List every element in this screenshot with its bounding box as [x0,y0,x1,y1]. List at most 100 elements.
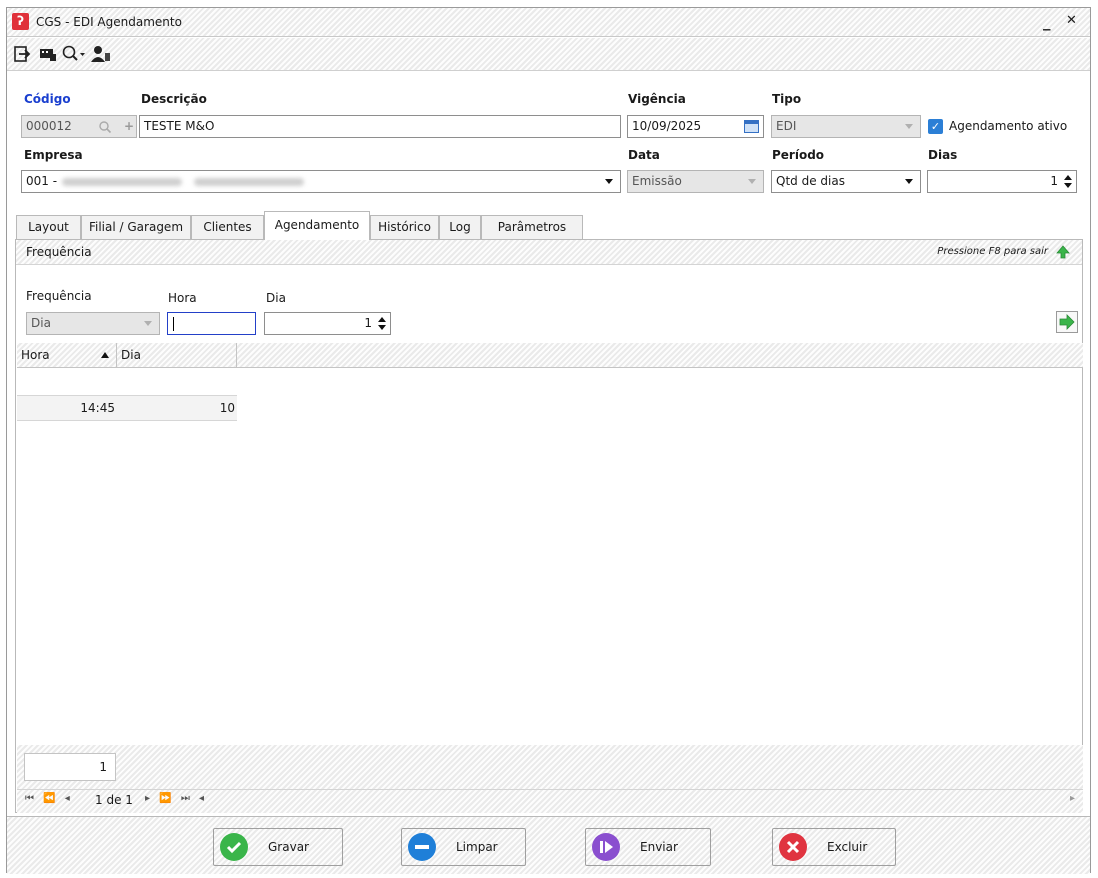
dias-stepper[interactable]: 1 [927,170,1077,193]
dias-spin-icon[interactable] [1064,174,1073,189]
search-dropdown-icon[interactable] [61,44,87,64]
tipo-chevron-down-icon [905,124,913,129]
excluir-label: Excluir [827,840,868,854]
tab-agendamento[interactable]: Agendamento [264,211,370,240]
grid-col-dia-label: Dia [121,348,141,362]
vigencia-value: 10/09/2025 [632,119,702,133]
dia-value: 1 [364,316,372,330]
table-row[interactable]: 14:45 10 [17,395,237,421]
row-count-cell: 1 [24,753,116,781]
codigo-search-icon[interactable] [98,116,112,137]
minimize-button[interactable]: _ [1043,13,1051,31]
tipo-label: Tipo [772,92,802,106]
tab-filial-garagem[interactable]: Filial / Garagem [81,215,191,240]
add-entry-button[interactable] [1056,311,1078,333]
pager-first-prev-icon[interactable]: ⏮ ⏪ ◂ [25,793,73,804]
close-button[interactable]: ✕ [1066,13,1077,28]
grid-col-hora-label: Hora [21,348,50,362]
minus-icon [408,833,436,861]
dias-value: 1 [1050,174,1058,188]
frequencia-select[interactable]: Dia [26,312,160,335]
descricao-field[interactable]: TESTE M&O [139,115,621,138]
panel-hint: Pressione F8 para sair [937,246,1048,257]
tipo-select[interactable]: EDI [771,115,921,138]
hora-input[interactable] [167,312,256,335]
panel-title: Frequência [26,245,92,259]
frequencia-value: Dia [31,316,51,330]
exit-icon[interactable] [12,44,32,64]
calendar-icon[interactable] [744,120,759,133]
gravar-label: Gravar [268,840,309,854]
pager-text: 1 de 1 [95,793,133,807]
text-cursor [173,317,174,331]
tab-log[interactable]: Log [439,215,481,240]
empresa-label: Empresa [24,148,83,162]
row-dia: 10 [219,401,235,415]
grid-footer: 1 ⏮ ⏪ ◂ 1 de 1 ▸ ⏩ ⏭ ◂ ▸ [17,745,1083,813]
close-circle-icon [779,833,807,861]
periodo-chevron-down-icon [905,179,913,184]
title-bar: ʔ CGS - EDI Agendamento _ ✕ [7,8,1090,37]
vigencia-field[interactable]: 10/09/2025 [627,115,764,138]
data-label: Data [628,148,660,162]
tab-historico[interactable]: Histórico [370,215,439,240]
limpar-label: Limpar [456,840,498,854]
user-icon[interactable] [91,44,111,64]
enviar-label: Enviar [640,840,678,854]
dia-spin-icon[interactable] [378,316,387,331]
codigo-field[interactable]: 000012 + [21,115,137,138]
dia-stepper[interactable]: 1 [264,312,391,335]
pager-next-last-icon[interactable]: ▸ ⏩ ⏭ ◂ [145,793,207,804]
gravar-button[interactable]: Gravar [213,828,343,866]
empresa-name-redacted [62,178,182,186]
panel-header: Frequência Pressione F8 para sair [16,240,1082,265]
grid-col-dia[interactable]: Dia [117,343,237,368]
codigo-value: 000012 [26,119,72,133]
agendamento-ativo-label: Agendamento ativo [949,119,1068,133]
dias-label: Dias [928,148,958,162]
empresa-chevron-down-icon [605,179,613,184]
app-logo-icon: ʔ [12,13,29,30]
codigo-label: Código [24,92,71,106]
periodo-label: Período [772,148,825,162]
row-hora: 14:45 [80,401,115,415]
limpar-button[interactable]: Limpar [401,828,526,866]
action-bar: Gravar Limpar Enviar Excluir [7,816,1090,874]
terminal-icon[interactable] [38,44,58,64]
data-chevron-down-icon [748,179,756,184]
agendamento-ativo-checkbox[interactable]: ✓ [928,119,943,134]
periodo-value: Qtd de dias [776,174,845,188]
scroll-right-icon[interactable]: ▸ [1070,793,1075,804]
empresa-select[interactable]: 001 - [21,170,621,193]
data-select[interactable]: Emissão [627,170,764,193]
empresa-name-redacted-2 [194,178,304,186]
enviar-button[interactable]: Enviar [585,828,711,866]
data-value: Emissão [632,174,682,188]
frequencia-chevron-down-icon [144,321,152,326]
tab-clientes[interactable]: Clientes [191,215,264,240]
main-window: ʔ CGS - EDI Agendamento _ ✕ Código Descr… [6,7,1091,874]
sort-asc-icon [101,352,109,358]
tipo-value: EDI [776,119,797,133]
periodo-select[interactable]: Qtd de dias [771,170,921,193]
grid-col-hora[interactable]: Hora [17,343,117,368]
frequencia-label: Frequência [26,289,92,303]
check-icon [220,833,248,861]
grid-header: Hora Dia [17,343,1083,368]
vigencia-label: Vigência [628,92,686,106]
empresa-value: 001 - [26,174,58,188]
excluir-button[interactable]: Excluir [772,828,896,866]
toolbar [7,38,1090,71]
descricao-label: Descrição [141,92,207,106]
codigo-add-icon[interactable]: + [124,116,134,137]
window-title: CGS - EDI Agendamento [36,15,182,29]
send-icon [592,833,620,861]
arrow-right-icon [1059,314,1075,330]
tab-parametros[interactable]: Parâmetros [481,215,583,240]
tab-layout[interactable]: Layout [16,215,81,240]
dia-label: Dia [266,291,286,305]
descricao-value: TESTE M&O [144,119,215,133]
pager: ⏮ ⏪ ◂ 1 de 1 ▸ ⏩ ⏭ ◂ ▸ [17,789,1083,811]
collapse-up-icon[interactable] [1056,245,1070,262]
hora-label: Hora [168,291,197,305]
